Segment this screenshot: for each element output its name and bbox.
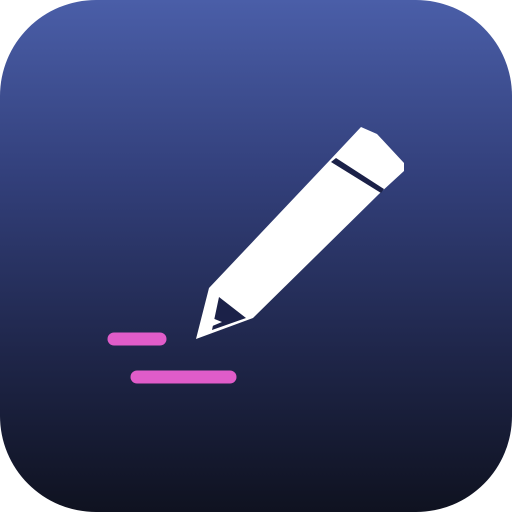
pencil-icon [196,127,404,339]
app-icon[interactable] [0,0,512,512]
written-lines [107,332,237,384]
app-icon-artwork [107,127,404,384]
